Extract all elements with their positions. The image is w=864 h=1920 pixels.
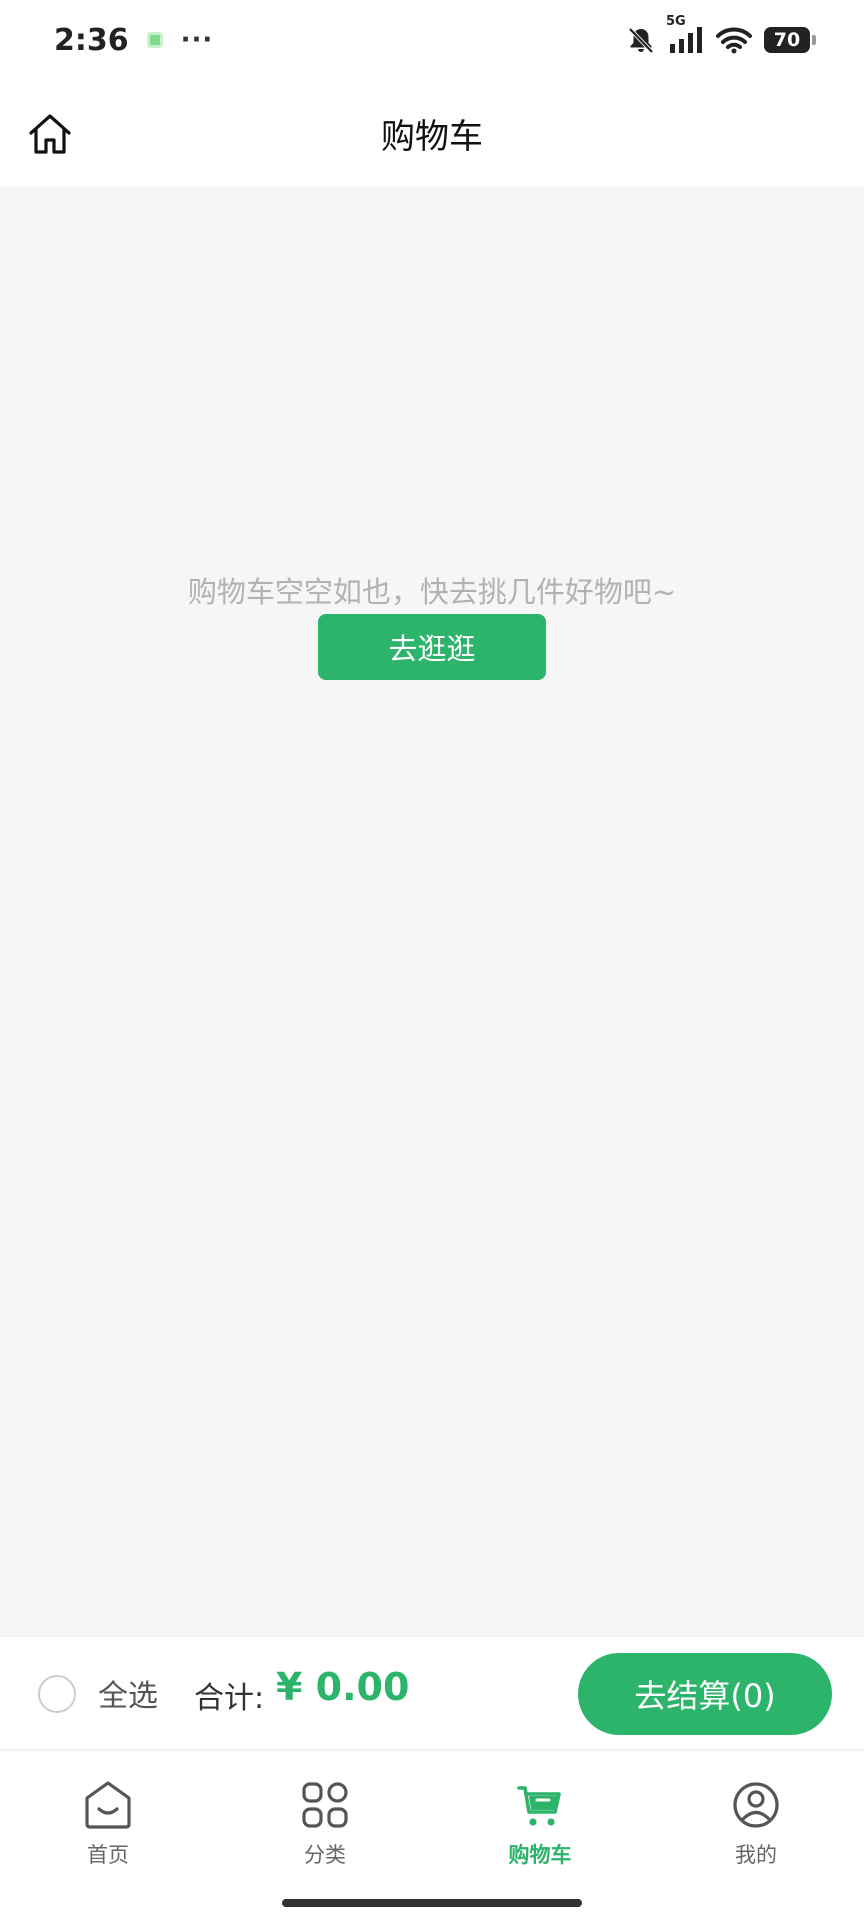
- app-notification-icon: [146, 32, 163, 48]
- wifi-icon: [716, 26, 752, 54]
- category-grid-icon: [297, 1777, 353, 1833]
- empty-cart-message: 购物车空空如也，快去挑几件好物吧~: [187, 575, 677, 609]
- tab-cart[interactable]: 购物车: [470, 1777, 610, 1877]
- cart-icon: [512, 1777, 568, 1833]
- home-indicator[interactable]: [282, 1899, 582, 1907]
- tab-category-label: 分类: [304, 1843, 346, 1867]
- nav-header: 购物车: [0, 80, 864, 186]
- user-icon: [728, 1777, 784, 1833]
- bell-muted-icon: [626, 25, 656, 55]
- home-button[interactable]: [26, 110, 74, 158]
- empty-cart-state: 购物车空空如也，快去挑几件好物吧~ 去逛逛: [0, 570, 864, 680]
- status-more-icon: ···: [180, 25, 214, 55]
- status-left: 2:36 ···: [54, 23, 213, 58]
- cellular-signal-icon: 5G: [666, 14, 704, 54]
- status-bar: 2:36 ··· 5G 70: [0, 0, 864, 80]
- status-right: 5G 70: [626, 14, 816, 55]
- tab-category[interactable]: 分类: [255, 1777, 395, 1877]
- page-title: 购物车: [381, 116, 483, 157]
- tab-profile-label: 我的: [735, 1843, 777, 1867]
- tab-profile[interactable]: 我的: [686, 1777, 826, 1877]
- select-all-label[interactable]: 全选: [98, 1671, 158, 1715]
- home-smile-icon: [80, 1777, 136, 1833]
- checkout-bar: 全选 合计: ¥ 0.00 去结算(0): [0, 1636, 864, 1748]
- tab-home[interactable]: 首页: [38, 1777, 178, 1877]
- network-type-label: 5G: [666, 14, 686, 29]
- battery-icon: 70: [764, 27, 816, 53]
- tab-bar: 首页 分类 购物车 我的: [0, 1750, 864, 1920]
- total-label: 合计:: [194, 1681, 265, 1716]
- tab-cart-label: 购物车: [508, 1843, 572, 1867]
- checkout-button[interactable]: 去结算(0): [578, 1653, 832, 1735]
- browse-button[interactable]: 去逛逛: [318, 614, 546, 680]
- cart-screen: 2:36 ··· 5G 70 购物车 购物车空空如也，快去挑几件好物吧~ 去逛逛…: [0, 0, 864, 1920]
- status-time: 2:36: [54, 22, 129, 58]
- total-amount: ¥ 0.00: [276, 1665, 410, 1709]
- select-all-checkbox[interactable]: [38, 1675, 76, 1713]
- tab-home-label: 首页: [87, 1843, 129, 1867]
- home-outline-icon: [29, 114, 71, 154]
